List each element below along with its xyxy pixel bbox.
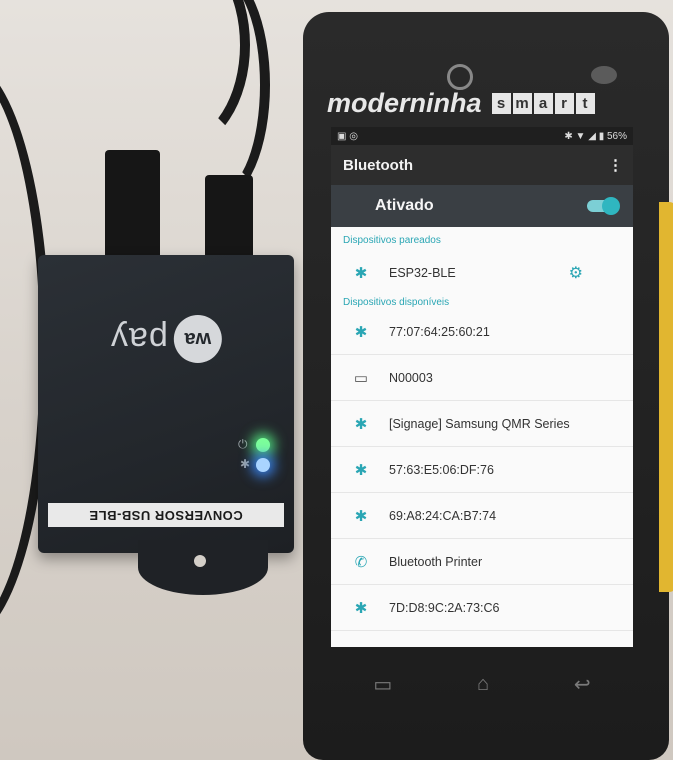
mounting-flange	[138, 540, 268, 595]
wifi-icon: ▼	[575, 130, 586, 142]
smart-letter: t	[575, 93, 595, 114]
toggle-label: Ativado	[375, 197, 434, 214]
overflow-menu-icon[interactable]: ⋮	[608, 156, 623, 174]
power-led	[256, 438, 270, 452]
moderninha-logo: moderninha s m a r t	[327, 88, 595, 119]
bluetooth-icon: ✱	[240, 457, 251, 471]
bluetooth-icon: ✱	[354, 265, 368, 282]
home-icon[interactable]: ⌂	[477, 673, 489, 696]
recent-apps-icon[interactable]: ▭	[373, 672, 392, 697]
available-devices-header: Dispositivos disponíveis	[343, 297, 450, 308]
available-device-row[interactable]: ✆ Bluetooth Printer	[331, 539, 633, 585]
converter-label-text: CONVERSOR USB-BLE	[89, 507, 243, 523]
available-device-row[interactable]: ✱ 57:63:E5:06:DF:76	[331, 447, 633, 493]
bluetooth-icon: ✱	[354, 461, 368, 479]
app-bar: Bluetooth ⋮	[331, 145, 633, 185]
device-name: Bluetooth Printer	[389, 554, 483, 569]
paired-device-row[interactable]: ✱ ESP32-BLE ⚙	[331, 249, 633, 297]
device-name: [Signage] Samsung QMR Series	[389, 416, 570, 431]
signal-icon: ◢	[588, 130, 596, 142]
android-nav-bar: ▭ ⌂ ↩	[331, 667, 633, 702]
device-name: 77:07:64:25:60:21	[389, 324, 490, 339]
device-name: 7D:D8:9C:2A:73:C6	[389, 600, 500, 615]
status-bar: ▣ ◎ ✱ ▼ ◢ ▮ 56%	[331, 127, 633, 145]
status-right: ✱ ▼ ◢ ▮ 56%	[564, 131, 627, 142]
available-device-row[interactable]: ✱ [Signage] Samsung QMR Series	[331, 401, 633, 447]
usb-plug-right	[205, 175, 253, 265]
android-screen: ▣ ◎ ✱ ▼ ◢ ▮ 56% Bluetooth ⋮ Ativado Disp…	[331, 127, 633, 647]
back-icon[interactable]: ↩	[574, 672, 591, 697]
device-name: ESP32-BLE	[389, 266, 456, 280]
front-camera	[447, 64, 473, 90]
bluetooth-icon: ✱	[354, 415, 368, 433]
proximity-sensor	[591, 66, 617, 84]
usb-cable-right	[170, 0, 270, 200]
bluetooth-icon: ✱	[354, 507, 368, 525]
smart-letter-boxes: s m a r t	[491, 93, 595, 114]
bluetooth-led	[256, 458, 270, 472]
wapay-logo: wa pay	[110, 315, 222, 363]
moderninha-terminal: moderninha s m a r t ▣ ◎ ✱ ▼ ◢ ▮ 56% Blu…	[303, 12, 673, 760]
device-name: N00003	[389, 370, 433, 385]
bluetooth-icon: ✱	[354, 323, 368, 341]
usb-plug-left	[105, 150, 160, 260]
smart-letter: s	[491, 93, 511, 114]
bluetooth-switch[interactable]	[587, 197, 620, 215]
battery-percent: 56%	[606, 130, 627, 142]
pay-wordmark: pay	[110, 320, 168, 359]
available-device-row[interactable]: ✱ 69:A8:24:CA:B7:74	[331, 493, 633, 539]
power-icon: ⏻	[238, 437, 248, 451]
device-name: 69:A8:24:CA:B7:74	[389, 508, 497, 523]
wa-badge: wa	[173, 315, 222, 363]
bluetooth-toggle-row[interactable]: Ativado	[331, 185, 633, 227]
smart-letter: a	[533, 93, 553, 114]
bluetooth-status-icon: ✱	[564, 130, 573, 142]
available-device-row[interactable]: ▭ N00003	[331, 355, 633, 401]
available-device-row[interactable]: ✱ 7D:D8:9C:2A:73:C6	[331, 585, 633, 631]
available-device-row[interactable]: ✱ 77:07:64:25:60:21	[331, 309, 633, 355]
switch-thumb	[602, 197, 620, 215]
photo-scene: wa pay ⏻ ✱ CONVERSOR USB-BLE moderninha …	[0, 0, 673, 760]
paired-devices-header: Dispositivos pareados	[343, 235, 441, 246]
laptop-icon: ▭	[353, 369, 369, 387]
mounting-hole	[194, 555, 206, 567]
page-title: Bluetooth	[343, 156, 413, 174]
notification-icons: ▣ ◎	[337, 130, 358, 142]
smart-letter: m	[512, 93, 532, 114]
moderninha-wordmark: moderninha	[327, 88, 482, 118]
smart-letter: r	[554, 93, 574, 114]
gear-icon[interactable]: ⚙	[569, 263, 583, 283]
bluetooth-icon: ✱	[354, 599, 368, 617]
device-name: 57:63:E5:06:DF:76	[389, 462, 494, 477]
usb-ble-converter: wa pay ⏻ ✱ CONVERSOR USB-BLE	[38, 255, 294, 595]
converter-label: CONVERSOR USB-BLE	[48, 503, 284, 527]
terminal-side-accent	[659, 202, 673, 592]
phone-icon: ✆	[354, 553, 368, 571]
battery-icon: ▮	[598, 130, 605, 142]
